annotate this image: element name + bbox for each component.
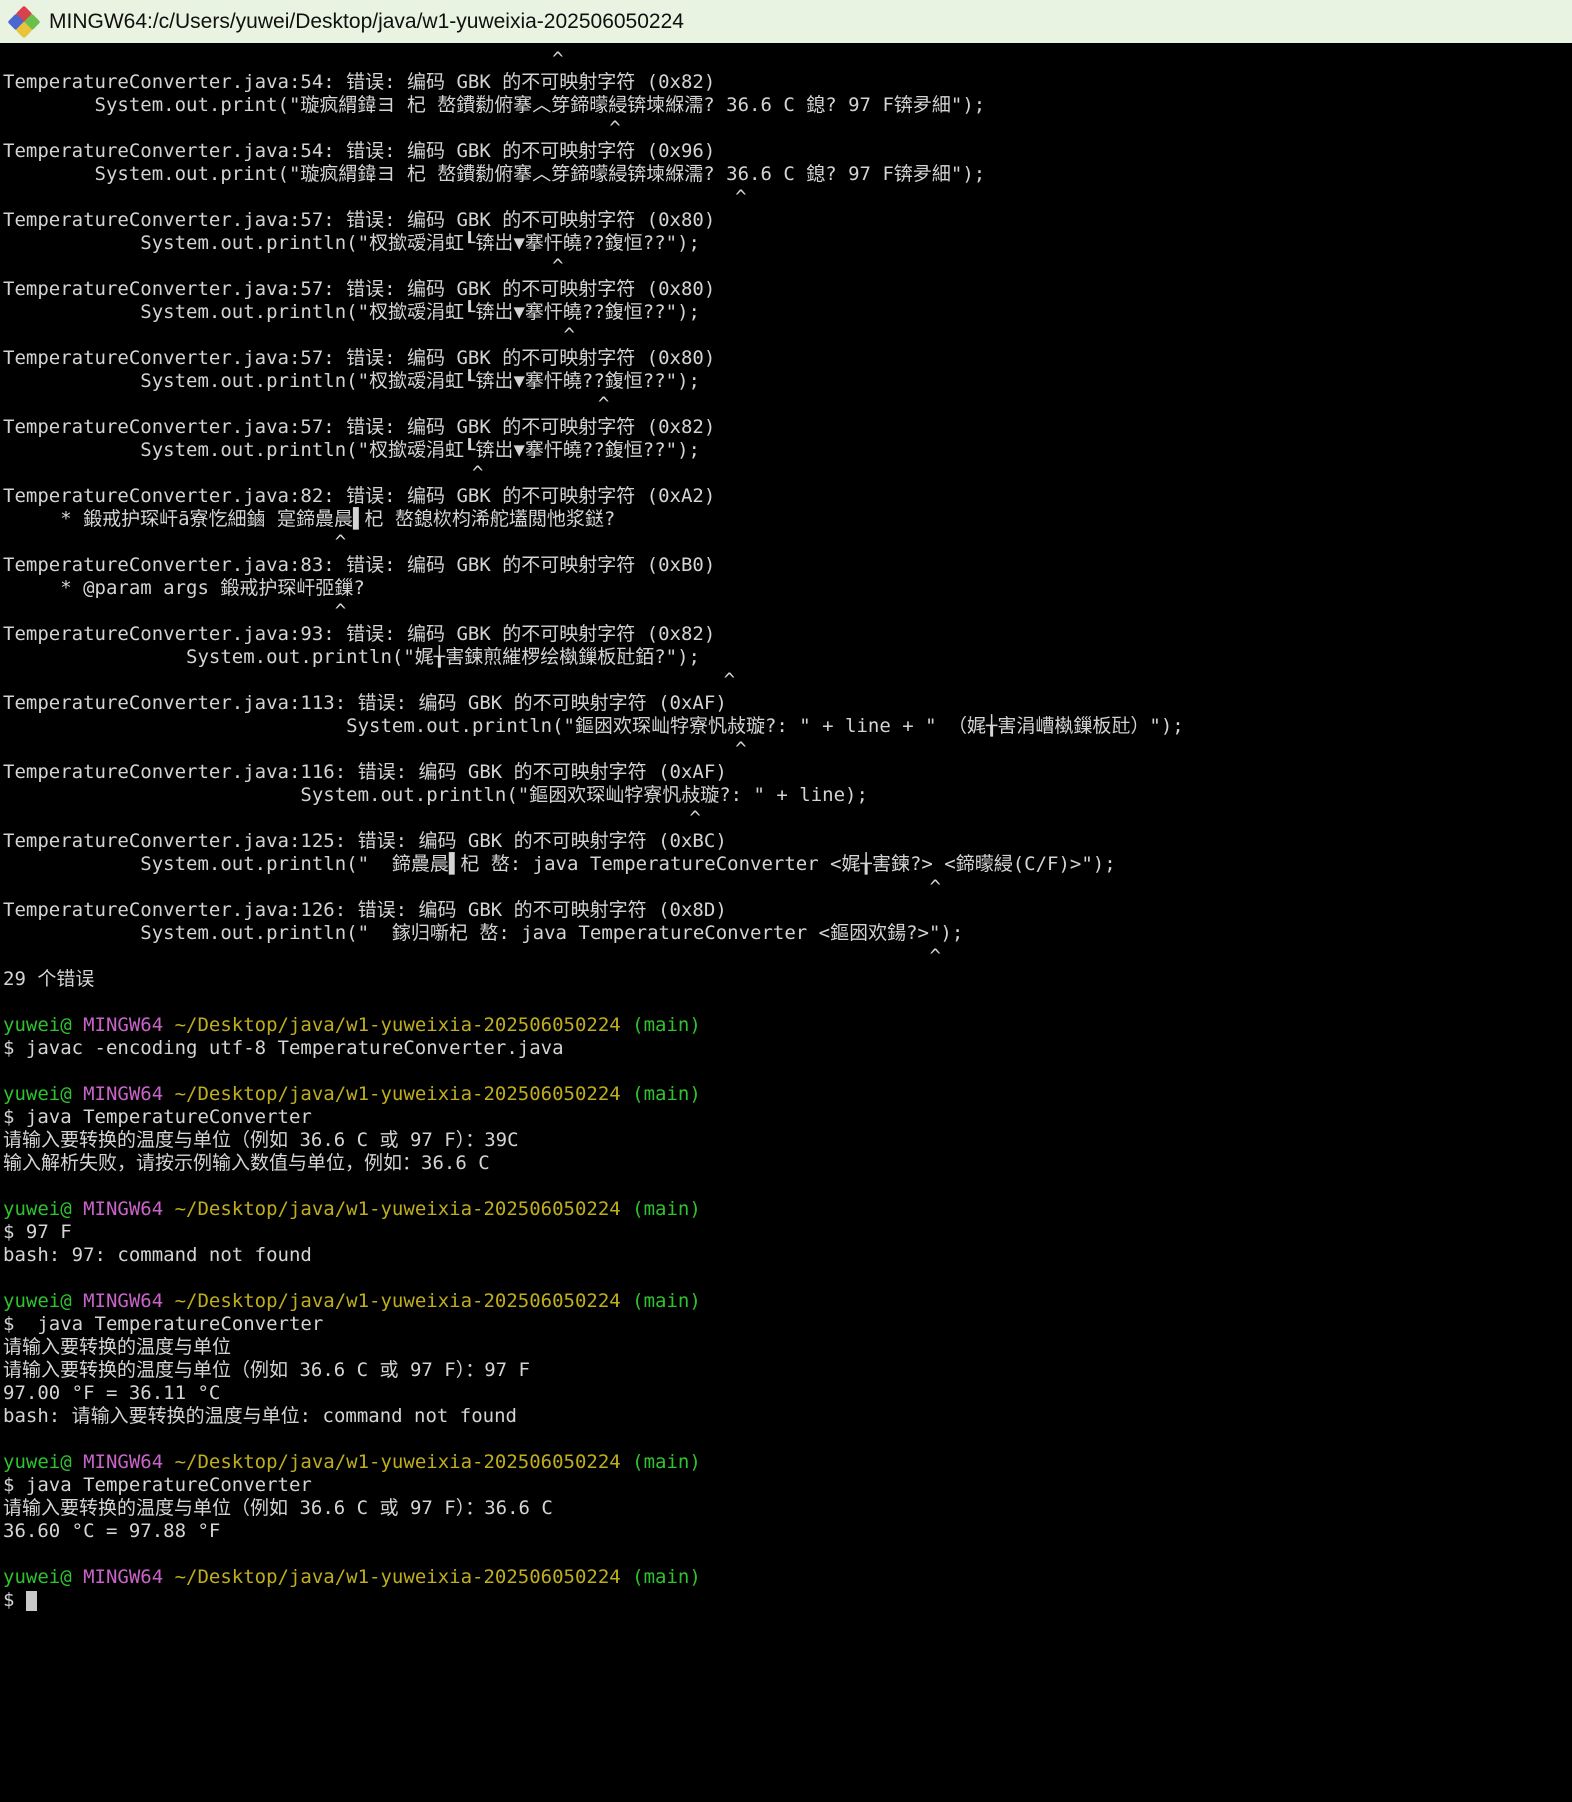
terminal-line: [3, 1175, 1572, 1198]
terminal-line: TemperatureConverter.java:82: 错误: 编码 GBK…: [3, 485, 1572, 508]
terminal-line: System.out.println("鏂囦欢琛屾牸寮忛敊璇?: " + lin…: [3, 715, 1572, 738]
terminal-line: bash: 请输入要转换的温度与单位: command not found: [3, 1405, 1572, 1428]
terminal[interactable]: ^TemperatureConverter.java:54: 错误: 编码 GB…: [0, 43, 1572, 1612]
terminal-line: TemperatureConverter.java:125: 错误: 编码 GB…: [3, 830, 1572, 853]
terminal-line: 请输入要转换的温度与单位: [3, 1336, 1572, 1359]
terminal-line: [3, 1060, 1572, 1083]
terminal-caret-line: ^: [3, 393, 1572, 416]
terminal-line: 29 个错误: [3, 968, 1572, 991]
terminal-caret-line: ^: [3, 531, 1572, 554]
terminal-line: System.out.print("璇疯緭鍏ヨ 杞 嶅鐨勬俯搴︿笌鍗曚綅锛堜緥濡…: [3, 163, 1572, 186]
terminal-line: 请输入要转换的温度与单位（例如 36.6 C 或 97 F）：36.6 C: [3, 1497, 1572, 1520]
terminal-line: 请输入要转换的温度与单位（例如 36.6 C 或 97 F）：39C: [3, 1129, 1572, 1152]
msys2-icon: [10, 8, 38, 36]
terminal-line: $ javac -encoding utf-8 TemperatureConve…: [3, 1037, 1572, 1060]
terminal-line: TemperatureConverter.java:83: 错误: 编码 GBK…: [3, 554, 1572, 577]
terminal-caret-line: ^: [3, 738, 1572, 761]
terminal-line: $ java TemperatureConverter: [3, 1474, 1572, 1497]
window-title: MINGW64:/c/Users/yuwei/Desktop/java/w1-y…: [49, 10, 684, 34]
terminal-line: System.out.print("璇疯緭鍏ヨ 杞 嶅鐨勬俯搴︿笌鍗曚綅锛堜緥濡…: [3, 94, 1572, 117]
terminal-line: TemperatureConverter.java:57: 错误: 编码 GBK…: [3, 278, 1572, 301]
terminal-caret-line: ^: [3, 600, 1572, 623]
terminal-line: TemperatureConverter.java:57: 错误: 编码 GBK…: [3, 209, 1572, 232]
terminal-line: System.out.println("杈撳叆涓虹┖锛岀▼搴忓皢??鍑恒??")…: [3, 439, 1572, 462]
terminal-line: TemperatureConverter.java:93: 错误: 编码 GBK…: [3, 623, 1572, 646]
terminal-caret-line: ^: [3, 945, 1572, 968]
terminal-line: bash: 97: command not found: [3, 1244, 1572, 1267]
terminal-cursor[interactable]: [26, 1591, 37, 1611]
terminal-line: $ 97 F: [3, 1221, 1572, 1244]
terminal-line: System.out.println("杈撳叆涓虹┖锛岀▼搴忓皢??鍑恒??")…: [3, 370, 1572, 393]
terminal-prompt-line: yuwei@ MINGW64 ~/Desktop/java/w1-yuweixi…: [3, 1014, 1572, 1037]
terminal-line: $ java TemperatureConverter: [3, 1106, 1572, 1129]
terminal-line: [3, 991, 1572, 1014]
terminal-line: 请输入要转换的温度与单位（例如 36.6 C 或 97 F）：97 F: [3, 1359, 1572, 1382]
terminal-line: TemperatureConverter.java:113: 错误: 编码 GB…: [3, 692, 1572, 715]
terminal-line: TemperatureConverter.java:116: 错误: 编码 GB…: [3, 761, 1572, 784]
terminal-line: System.out.println("娓╁害鍊煎繀椤绘槸鏁板瓧銆?");: [3, 646, 1572, 669]
terminal-caret-line: ^: [3, 876, 1572, 899]
terminal-caret-line: ^: [3, 255, 1572, 278]
terminal-caret-line: ^: [3, 462, 1572, 485]
terminal-caret-line: ^: [3, 117, 1572, 140]
terminal-line: * 鍛戒护琛屽ā寮忔細鏀 寔鍗曟晨▌杞 嶅鎴栨枃浠舵壒閲忚浆鎹?: [3, 508, 1572, 531]
terminal-line: TemperatureConverter.java:57: 错误: 编码 GBK…: [3, 416, 1572, 439]
terminal-line: [3, 1543, 1572, 1566]
terminal-line: System.out.println("鏂囦欢琛屾牸寮忛敊璇?: " + lin…: [3, 784, 1572, 807]
terminal-prompt-line: yuwei@ MINGW64 ~/Desktop/java/w1-yuweixi…: [3, 1198, 1572, 1221]
terminal-line: $: [3, 1589, 1572, 1612]
terminal-line: System.out.println(" 鍗曟晨▌杞 嶅: java Tempe…: [3, 853, 1572, 876]
terminal-line: System.out.println("杈撳叆涓虹┖锛岀▼搴忓皢??鍑恒??")…: [3, 232, 1572, 255]
terminal-line: [3, 1267, 1572, 1290]
terminal-line: [3, 1428, 1572, 1451]
terminal-line: 97.00 °F = 36.11 °C: [3, 1382, 1572, 1405]
terminal-line: TemperatureConverter.java:126: 错误: 编码 GB…: [3, 899, 1572, 922]
terminal-line: System.out.println("杈撳叆涓虹┖锛岀▼搴忓皢??鍑恒??")…: [3, 301, 1572, 324]
terminal-line: * @param args 鍛戒护琛屽弬鏁?: [3, 577, 1572, 600]
terminal-prompt-line: yuwei@ MINGW64 ~/Desktop/java/w1-yuweixi…: [3, 1451, 1572, 1474]
terminal-line: $ java TemperatureConverter: [3, 1313, 1572, 1336]
terminal-line: TemperatureConverter.java:57: 错误: 编码 GBK…: [3, 347, 1572, 370]
terminal-prompt-line: yuwei@ MINGW64 ~/Desktop/java/w1-yuweixi…: [3, 1083, 1572, 1106]
terminal-prompt-line: yuwei@ MINGW64 ~/Desktop/java/w1-yuweixi…: [3, 1566, 1572, 1589]
titlebar[interactable]: MINGW64:/c/Users/yuwei/Desktop/java/w1-y…: [0, 0, 1572, 43]
terminal-line: TemperatureConverter.java:54: 错误: 编码 GBK…: [3, 140, 1572, 163]
terminal-lines: ^TemperatureConverter.java:54: 错误: 编码 GB…: [3, 48, 1572, 1612]
terminal-line: 输入解析失败，请按示例输入数值与单位，例如：36.6 C: [3, 1152, 1572, 1175]
terminal-caret-line: ^: [3, 324, 1572, 347]
terminal-line: System.out.println(" 鎵归噺杞 嶅: java Temper…: [3, 922, 1572, 945]
terminal-caret-line: ^: [3, 807, 1572, 830]
terminal-caret-line: ^: [3, 669, 1572, 692]
terminal-line: TemperatureConverter.java:54: 错误: 编码 GBK…: [3, 71, 1572, 94]
terminal-caret-line: ^: [3, 186, 1572, 209]
terminal-line: 36.60 °C = 97.88 °F: [3, 1520, 1572, 1543]
terminal-prompt-line: yuwei@ MINGW64 ~/Desktop/java/w1-yuweixi…: [3, 1290, 1572, 1313]
terminal-caret-line: ^: [3, 48, 1572, 71]
